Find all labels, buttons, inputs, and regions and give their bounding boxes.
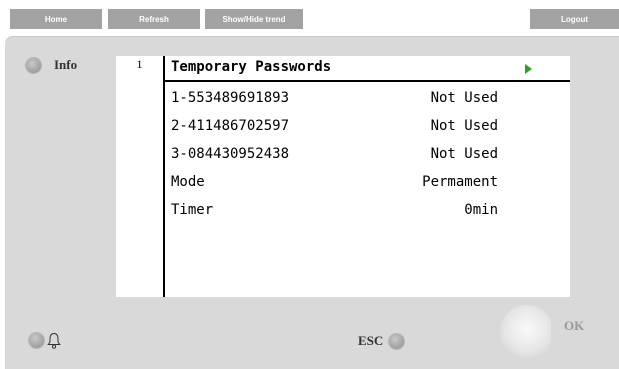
item-label: Mode xyxy=(171,174,205,190)
show-hide-trend-button[interactable]: Show/Hide trend xyxy=(205,9,303,29)
alarm-button[interactable] xyxy=(29,333,44,348)
ok-knob[interactable] xyxy=(500,305,551,366)
home-button[interactable]: Home xyxy=(10,9,102,29)
item-label: 2-411486702597 xyxy=(171,118,290,134)
esc-button[interactable] xyxy=(389,334,404,349)
list-item[interactable]: Timer 0min xyxy=(171,202,498,222)
ok-label: OK xyxy=(564,318,585,333)
item-value: Not Used xyxy=(430,90,498,106)
item-value: Not Used xyxy=(430,146,498,162)
item-value: Not Used xyxy=(430,118,498,134)
refresh-button[interactable]: Refresh xyxy=(108,9,200,29)
item-label: 3-084430952438 xyxy=(171,146,290,162)
item-value: Permament xyxy=(422,174,498,190)
list-item[interactable]: Mode Permament xyxy=(171,174,498,194)
display-screen: 1 Temporary Passwords 1-553489691893 Not… xyxy=(116,56,570,297)
divider-horizontal xyxy=(165,80,570,82)
info-button[interactable] xyxy=(26,58,41,73)
list-item[interactable]: 3-084430952438 Not Used xyxy=(171,146,498,166)
item-label: Timer xyxy=(171,202,214,218)
list-item[interactable]: 2-411486702597 Not Used xyxy=(171,118,498,138)
list-item[interactable]: 1-553489691893 Not Used xyxy=(171,90,498,110)
item-label: 1-553489691893 xyxy=(171,90,290,106)
play-arrow-icon[interactable] xyxy=(525,64,532,74)
esc-label: ESC xyxy=(358,333,384,348)
page-title: Temporary Passwords xyxy=(171,59,332,75)
bell-icon[interactable] xyxy=(47,332,61,349)
line-number: 1 xyxy=(136,57,143,71)
item-value: 0min xyxy=(464,202,498,218)
info-label: Info xyxy=(54,57,78,72)
logout-button[interactable]: Logout xyxy=(530,9,619,29)
divider-vertical xyxy=(163,56,165,297)
